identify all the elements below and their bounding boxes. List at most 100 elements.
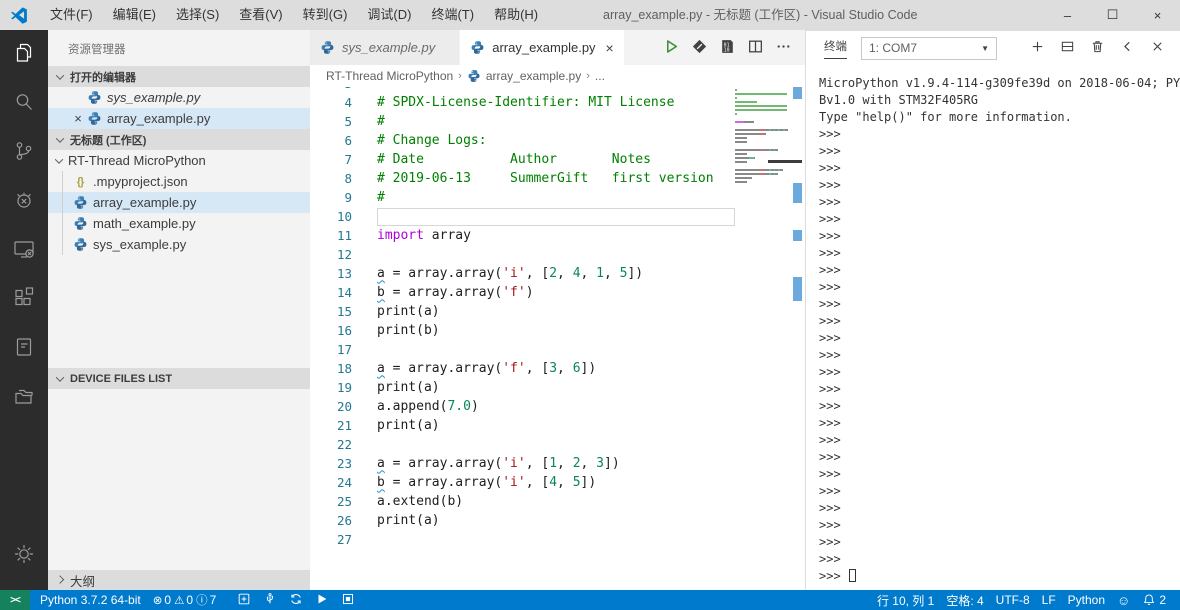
code-line-9[interactable]: 9 #: [310, 188, 735, 207]
code-line-5[interactable]: 5 #: [310, 112, 735, 131]
search-icon: [12, 90, 36, 117]
activity-settings[interactable]: [0, 531, 48, 580]
code-line-23[interactable]: 23 a = array.array('i', [1, 2, 3]): [310, 454, 735, 473]
code-line-8[interactable]: 8 # 2019-06-13 SummerGift first version: [310, 169, 735, 188]
action-more[interactable]: [769, 30, 797, 65]
open-editor-sys_example.py[interactable]: sys_example.py: [48, 87, 310, 108]
tree-item-array_example-py[interactable]: array_example.py: [48, 192, 310, 213]
code-line-22[interactable]: 22: [310, 435, 735, 454]
activity-source-control[interactable]: [0, 128, 48, 177]
terminal-prompt-line: >>>: [819, 280, 841, 294]
remote-indicator[interactable]: ><: [0, 590, 30, 610]
menu-t[interactable]: 终端(T): [421, 0, 484, 30]
terminal-action-trash[interactable]: [1082, 31, 1112, 65]
tree-item-RT-Thread-MicroPython[interactable]: RT-Thread MicroPython: [48, 150, 310, 171]
usb-icon: [263, 592, 277, 609]
menu-s[interactable]: 选择(S): [166, 0, 229, 30]
code-line-26[interactable]: 26 print(a): [310, 511, 735, 530]
editor-group: sys_example.py array_example.py × 01 10 RT-…: [310, 30, 805, 590]
activity-extensions[interactable]: [0, 275, 48, 324]
feedback-smiley-icon[interactable]: ☺: [1111, 590, 1136, 610]
open-editor-array_example.py[interactable]: × array_example.py: [48, 108, 310, 129]
device-files-header[interactable]: DEVICE FILES LIST: [48, 368, 310, 389]
statusbar-play[interactable]: [309, 590, 335, 610]
minimize-button[interactable]: –: [1045, 0, 1090, 30]
terminal-action-split[interactable]: [1052, 31, 1082, 65]
breadcrumb-item[interactable]: array_example.py: [467, 69, 581, 84]
action-memory[interactable]: 01 10: [713, 30, 741, 65]
breadcrumb-label: array_example.py: [485, 69, 582, 83]
code-line-21[interactable]: 21 print(a): [310, 416, 735, 435]
activity-search[interactable]: [0, 79, 48, 128]
breadcrumb-item[interactable]: RT-Thread MicroPython: [326, 69, 453, 83]
terminal-output[interactable]: MicroPython v1.9.4-114-g309fe39d on 2018…: [806, 65, 1180, 585]
language-mode[interactable]: Python: [1062, 590, 1111, 610]
menu-e[interactable]: 编辑(E): [103, 0, 166, 30]
action-run[interactable]: [657, 30, 685, 65]
close-icon[interactable]: ×: [70, 111, 86, 126]
tab-sys_example.py[interactable]: sys_example.py: [310, 30, 461, 65]
tree-item--mpyproject-json[interactable]: {} .mpyproject.json: [48, 171, 310, 192]
close-icon[interactable]: ×: [606, 40, 614, 56]
minimap[interactable]: [735, 87, 790, 189]
code-line-10[interactable]: 10: [310, 207, 735, 226]
action-download[interactable]: [685, 30, 713, 65]
action-split-editor[interactable]: [741, 30, 769, 65]
tab-array_example.py[interactable]: array_example.py ×: [460, 30, 625, 65]
activity-notebook[interactable]: [0, 324, 48, 373]
code-line-12[interactable]: 12: [310, 245, 735, 264]
code-line-25[interactable]: 25 a.extend(b): [310, 492, 735, 511]
menu-g[interactable]: 转到(G): [293, 0, 358, 30]
menu-v[interactable]: 查看(V): [229, 0, 292, 30]
close-button[interactable]: ×: [1135, 0, 1180, 30]
code-line-20[interactable]: 20 a.append(7.0): [310, 397, 735, 416]
terminal-action-new[interactable]: [1022, 31, 1052, 65]
code-text: print(a): [377, 379, 440, 395]
maximize-button[interactable]: ☐: [1090, 0, 1135, 30]
code-line-13[interactable]: 13 a = array.array('i', [2, 4, 1, 5]): [310, 264, 735, 283]
workspace-header[interactable]: 无标题 (工作区): [48, 129, 310, 150]
tab-terminal[interactable]: 终端: [824, 38, 847, 59]
code-line-6[interactable]: 6 # Change Logs:: [310, 131, 735, 150]
eol-sequence[interactable]: LF: [1036, 590, 1062, 610]
activity-folders[interactable]: [0, 373, 48, 422]
activity-remote-device[interactable]: [0, 226, 48, 275]
overview-ruler: [768, 87, 805, 590]
code-line-24[interactable]: 24 b = array.array('i', [4, 5]): [310, 473, 735, 492]
terminal-action-close[interactable]: [1142, 31, 1172, 65]
problems-indicator[interactable]: ⊗ 0 ⚠ 0 ⓘ 7: [147, 590, 226, 610]
statusbar-sync[interactable]: [283, 590, 309, 610]
code-line-16[interactable]: 16 print(b): [310, 321, 735, 340]
code-line-7[interactable]: 7 # Date Author Notes: [310, 150, 735, 169]
encoding[interactable]: UTF-8: [990, 590, 1036, 610]
statusbar-usb[interactable]: [257, 590, 283, 610]
cursor-position[interactable]: 行 10, 列 1: [871, 590, 940, 610]
tree-item-sys_example-py[interactable]: sys_example.py: [48, 234, 310, 255]
code-line-18[interactable]: 18 a = array.array('f', [3, 6]): [310, 359, 735, 378]
menu-f[interactable]: 文件(F): [40, 0, 103, 30]
code-line-14[interactable]: 14 b = array.array('f'): [310, 283, 735, 302]
breadcrumb-item[interactable]: ...: [595, 69, 605, 83]
menu-h[interactable]: 帮助(H): [484, 0, 548, 30]
minimap-line: [735, 169, 790, 171]
code-line-27[interactable]: 27: [310, 530, 735, 549]
code-line-17[interactable]: 17: [310, 340, 735, 359]
code-line-4[interactable]: 4 # SPDX-License-Identifier: MIT License: [310, 93, 735, 112]
activity-explorer[interactable]: [0, 30, 48, 79]
outline-header[interactable]: 大纲: [48, 570, 310, 590]
python-interpreter[interactable]: Python 3.7.2 64-bit: [34, 590, 147, 610]
code-line-15[interactable]: 15 print(a): [310, 302, 735, 321]
statusbar-stop[interactable]: [335, 590, 361, 610]
code-line-11[interactable]: 11 import array: [310, 226, 735, 245]
code-editor[interactable]: 3 #4 # SPDX-License-Identifier: MIT Licens…: [310, 87, 805, 590]
notifications-bell[interactable]: 2: [1136, 590, 1172, 610]
tree-item-math_example-py[interactable]: math_example.py: [48, 213, 310, 234]
menu-d[interactable]: 调试(D): [357, 0, 421, 30]
activity-debug[interactable]: [0, 177, 48, 226]
open-editors-header[interactable]: 打开的编辑器: [48, 66, 310, 87]
code-line-19[interactable]: 19 print(a): [310, 378, 735, 397]
indentation[interactable]: 空格: 4: [940, 590, 989, 610]
terminal-select[interactable]: 1: COM7 ▼: [861, 36, 997, 60]
terminal-action-chevron-left[interactable]: [1112, 31, 1142, 65]
statusbar-add[interactable]: [231, 590, 257, 610]
